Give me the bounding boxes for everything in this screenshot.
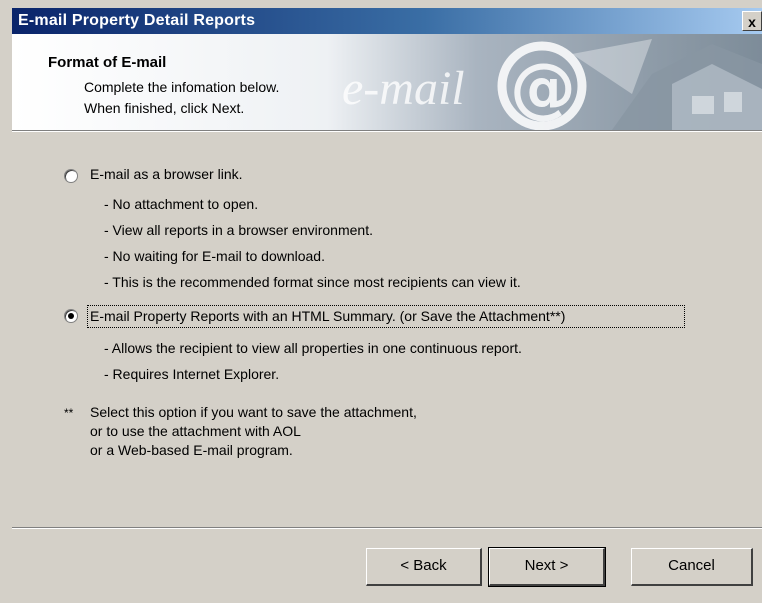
option1-bullet-1: - No attachment to open. [104,196,259,212]
option1-bullet-3: - No waiting for E-mail to download. [104,248,325,264]
radio-html-summary[interactable] [64,309,78,323]
back-button[interactable]: < Back [366,548,482,586]
next-button[interactable]: Next > [488,547,606,587]
note-line-1: Select this option if you want to save t… [90,404,417,420]
note-line-3: or a Web-based E-mail program. [90,442,293,458]
page-title: Format of E-mail [48,54,167,71]
radio-browser-link[interactable] [64,169,78,183]
dialog-window: E-mail Property Detail Reports x e-mail … [0,0,762,603]
close-button[interactable]: x [742,11,762,31]
note-line-2: or to use the attachment with AOL [90,423,301,439]
wizard-header: e-mail @ Format of E-mail Complete the i… [12,34,762,130]
window-title: E-mail Property Detail Reports [18,12,256,29]
option1-bullet-2: - View all reports in a browser environm… [104,222,373,238]
header-divider [12,130,762,132]
note-asterisks: ** [64,406,74,420]
page-instruction-1: Complete the infomation below. [84,79,280,95]
title-bar: E-mail Property Detail Reports x [12,8,762,34]
cancel-button[interactable]: Cancel [631,548,753,586]
option2-bullet-1: - Allows the recipient to view all prope… [104,340,522,356]
page-instruction-2: When finished, click Next. [84,100,245,116]
option2-bullet-2: - Requires Internet Explorer. [104,366,280,382]
radio-selected-dot [68,313,74,319]
footer-divider [12,527,762,529]
option1-bullet-4: - This is the recommended format since m… [104,274,521,290]
banner-email-text: e-mail [342,62,465,115]
banner-at-symbol: @ [510,49,576,126]
option-browser-link-label[interactable]: E-mail as a browser link. [90,166,243,182]
option-html-summary-label[interactable]: E-mail Property Reports with an HTML Sum… [90,308,565,324]
